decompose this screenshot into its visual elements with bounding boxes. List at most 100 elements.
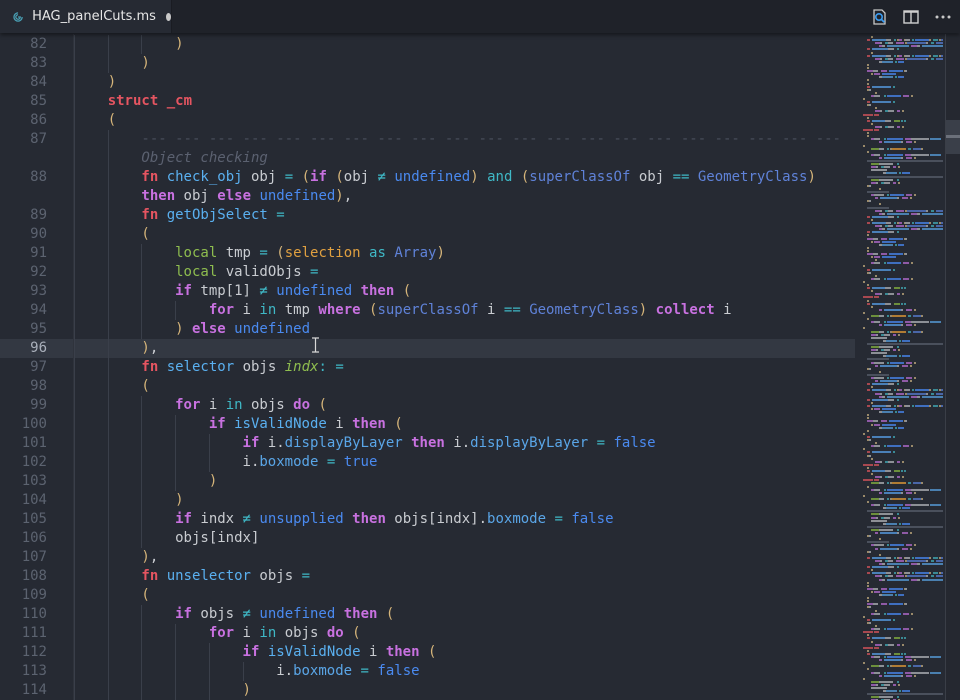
minimap-token: [867, 302, 870, 305]
unsaved-dot-icon[interactable]: [165, 12, 171, 21]
minimap-token: [879, 476, 882, 479]
minimap-token: [894, 39, 897, 42]
tab-hag-panelcuts[interactable]: HAG_panelCuts.ms: [0, 0, 172, 33]
minimap-token: [863, 113, 873, 116]
minimap-token: [863, 448, 865, 451]
minimap-token: [867, 603, 873, 606]
code-line[interactable]: 85 struct _cm: [0, 92, 855, 111]
minimap-token: [892, 268, 895, 271]
indent-guide: [107, 453, 142, 472]
code-line[interactable]: 113 i.boxmode = false: [0, 662, 855, 681]
code-line[interactable]: 102 i.boxmode = true: [0, 453, 855, 472]
code-line[interactable]: Object checking: [0, 149, 855, 168]
code-line[interactable]: then obj else undefined),: [0, 187, 855, 206]
code-text: for i in tmp where (superClassOf i == Ge…: [74, 301, 732, 320]
minimap-token: [897, 460, 901, 463]
code-text: (: [74, 586, 150, 605]
code-line[interactable]: 90 (: [0, 225, 855, 244]
code-line[interactable]: 94 for i in tmp where (superClassOf i == …: [0, 301, 855, 320]
code-line[interactable]: 86 (: [0, 111, 855, 130]
code-line[interactable]: 83): [0, 54, 855, 73]
code-line[interactable]: 101 if i.displayByLayer then i.displayByL…: [0, 434, 855, 453]
code-line[interactable]: 112 if isValidNode i then (: [0, 643, 855, 662]
code-line[interactable]: 97 fn selector objs indx: =: [0, 358, 855, 377]
more-actions-button[interactable]: [932, 6, 954, 28]
minimap-token: [929, 556, 932, 559]
minimap-token: [874, 94, 881, 97]
minimap-token: [900, 287, 903, 290]
token-red: fn: [141, 169, 159, 185]
code-line[interactable]: 100 if isValidNode i then (: [0, 415, 855, 434]
minimap-token: [904, 488, 911, 491]
code-line[interactable]: 111 for i in objs do (: [0, 624, 855, 643]
indent-guide: [74, 567, 108, 586]
token-kw: then: [360, 283, 395, 299]
token-id: ,: [343, 188, 353, 204]
minimap-token: [871, 470, 885, 472]
line-number: 100: [21, 416, 47, 432]
minimap-token: [897, 383, 900, 386]
minimap-token: [891, 482, 906, 485]
minimap-token: [875, 516, 878, 519]
token-id: [377, 606, 385, 622]
minimap-token: [887, 57, 893, 60]
minimap-token: [897, 197, 900, 200]
search-file-button[interactable]: [869, 6, 891, 28]
minimap-token: [911, 395, 917, 398]
code-line[interactable]: 84): [0, 73, 855, 92]
code-line[interactable]: 89 fn getObjSelect =: [0, 206, 855, 225]
minimap-token: [914, 194, 917, 197]
minimap-token: [863, 265, 865, 268]
vertical-scrollbar[interactable]: [945, 34, 960, 700]
code-line[interactable]: 92 local validObjs =: [0, 263, 855, 282]
token-op: =: [276, 207, 285, 223]
indent-guide: [141, 510, 175, 529]
minimap-token: [867, 556, 870, 559]
code-line[interactable]: 114): [0, 681, 855, 700]
minimap-token: [902, 690, 911, 693]
token-const: true: [343, 454, 378, 470]
code-line[interactable]: 109 (: [0, 586, 855, 605]
code-line[interactable]: 98 (: [0, 377, 855, 396]
code-editor[interactable]: 82) 83) 84) 85 struct _cm 86(87 --- --- --- --…: [0, 34, 855, 700]
code-line[interactable]: 96),: [0, 339, 855, 358]
split-editor-button[interactable]: [900, 6, 922, 28]
code-line[interactable]: 95) else undefined: [0, 320, 855, 339]
minimap-token: [912, 147, 921, 150]
code-line[interactable]: 99 for i in objs do (: [0, 396, 855, 415]
minimap-token: [874, 361, 885, 364]
minimap-token: [867, 618, 870, 621]
indent-guide: [107, 510, 142, 529]
line-number: 89: [30, 207, 47, 223]
token-id: validObjs: [217, 264, 310, 280]
token-id: objs: [276, 625, 327, 641]
code-line[interactable]: 103): [0, 472, 855, 491]
minimap-token: [895, 42, 904, 45]
minimap-token: [879, 187, 881, 190]
minimap-token: [911, 389, 914, 392]
minimap-token: [867, 160, 943, 162]
minimap-token: [897, 566, 900, 569]
indent-guide: [107, 548, 142, 567]
line-number: 99: [30, 397, 47, 413]
code-line[interactable]: 106 objs[indx]: [0, 529, 855, 548]
token-bi: GeometryClass: [697, 169, 808, 185]
code-line[interactable]: 104): [0, 491, 855, 510]
minimap[interactable]: [855, 34, 945, 700]
indent-guide: [107, 339, 142, 358]
code-line[interactable]: 88 fn check_obj obj = (if (obj ≠ undefine…: [0, 168, 855, 187]
minimap-token: [867, 63, 869, 66]
code-line[interactable]: 87 --- --- --- --- --- --- --- --- --- --…: [0, 130, 855, 149]
code-line[interactable]: 93 if tmp[1] ≠ undefined then (: [0, 282, 855, 301]
code-line[interactable]: 110 if objs ≠ undefined then (: [0, 605, 855, 624]
code-line[interactable]: 108 fn unselector objs =: [0, 567, 855, 586]
token-kw: then: [352, 416, 386, 432]
minimap-token: [915, 39, 929, 42]
code-line[interactable]: 105 if indx ≠ unsupplied then objs[indx].…: [0, 510, 855, 529]
code-line[interactable]: 91 local tmp = (selection as Array): [0, 244, 855, 263]
minimap-token: [874, 113, 880, 116]
indent-guide: [74, 586, 108, 605]
minimap-token: [907, 497, 911, 500]
code-line[interactable]: 82): [0, 35, 855, 54]
code-line[interactable]: 107),: [0, 548, 855, 567]
